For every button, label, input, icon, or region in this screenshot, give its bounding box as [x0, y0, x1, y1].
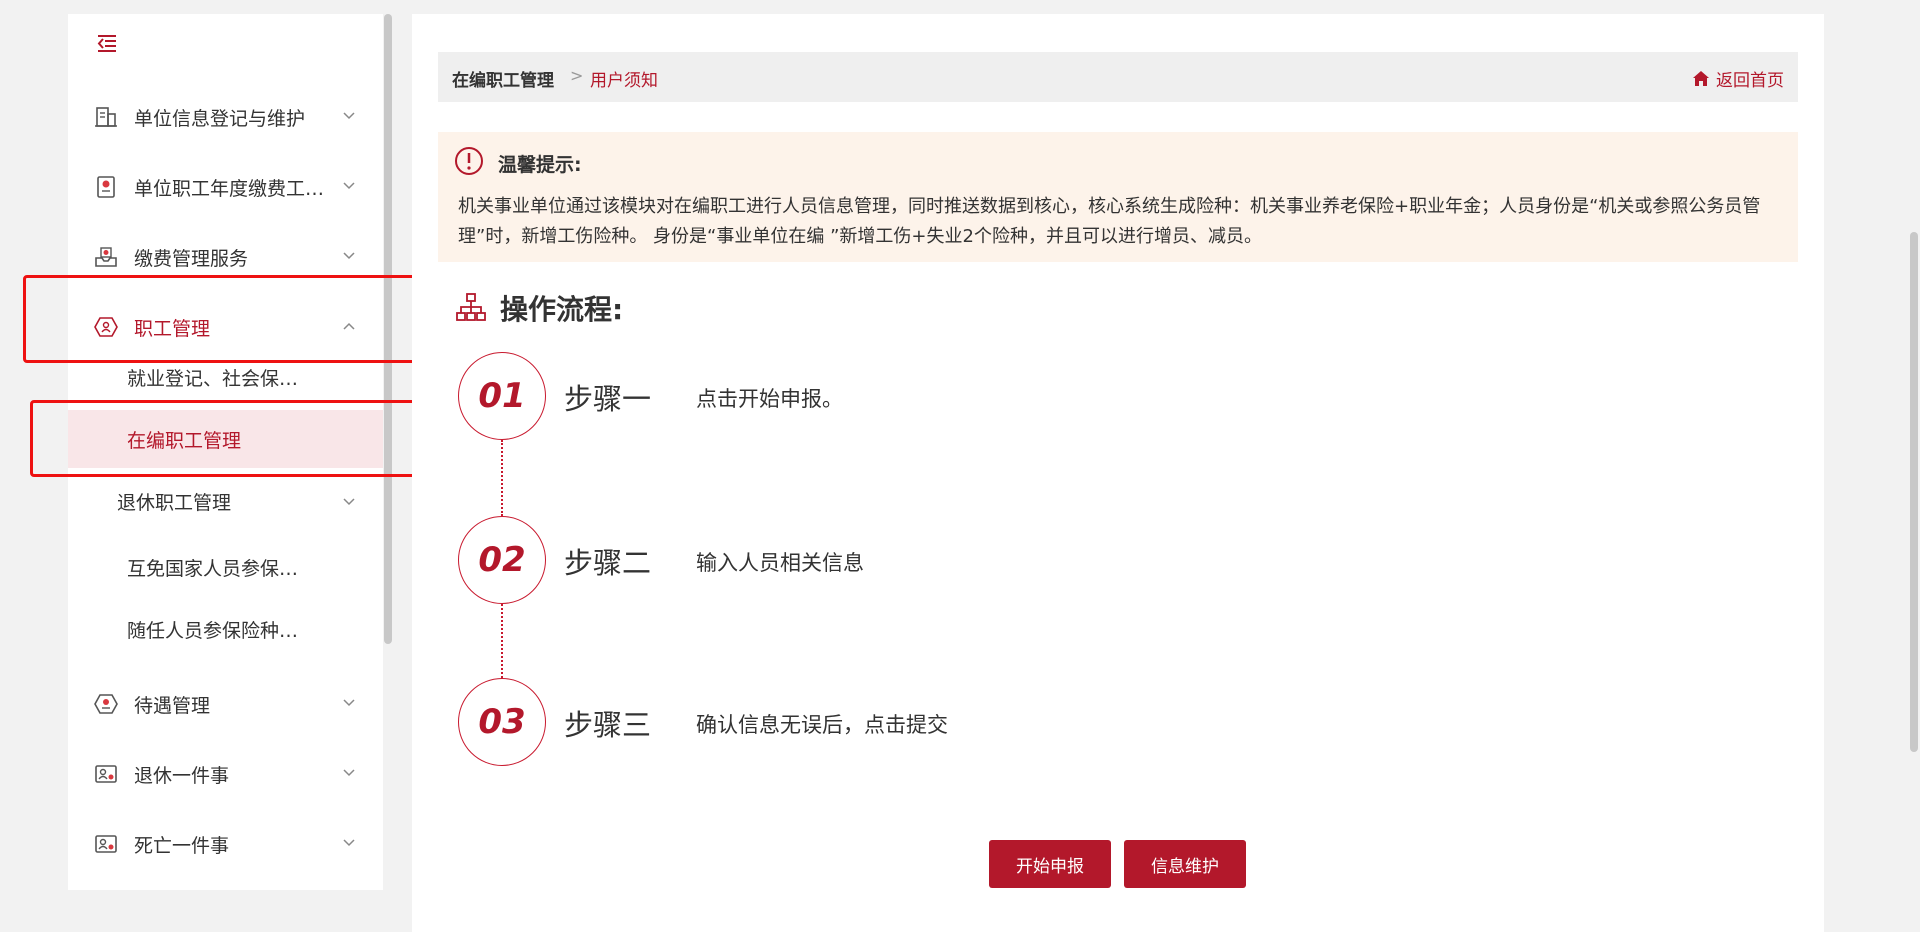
- sidebar-subitem-label: 在编职工管理: [127, 430, 242, 452]
- document-badge-icon: [97, 176, 115, 198]
- sidebar-item-annual-payment[interactable]: 单位职工年度缴费工…: [68, 160, 383, 214]
- chevron-down-icon: [343, 498, 355, 506]
- sidebar-subitem-staff-on-roll[interactable]: 在编职工管理: [68, 410, 383, 468]
- page-scrollbar[interactable]: [1910, 232, 1918, 752]
- step-description: 确认信息无误后，点击提交: [696, 713, 948, 737]
- benefit-hexagon-icon: [94, 694, 118, 714]
- sidebar-item-label: 职工管理: [134, 317, 211, 340]
- breadcrumb-separator: >: [570, 66, 584, 85]
- sidebar-subitem-label: 互免国家人员参保…: [127, 558, 299, 580]
- org-chart-icon: [456, 293, 486, 321]
- sidebar-item-staff-management[interactable]: 职工管理: [68, 300, 383, 354]
- sidebar-subitem-employment-registration[interactable]: 就业登记、社会保…: [68, 348, 383, 406]
- notice-text: 机关事业单位通过该模块对在编职工进行人员信息管理，同时推送数据到核心，核心系统生…: [458, 196, 1761, 247]
- id-card-icon: [95, 765, 117, 783]
- sidebar-item-label: 单位职工年度缴费工…: [134, 177, 325, 200]
- step-number-circle: 02: [458, 516, 546, 604]
- notice-box: 温馨提示: 机关事业单位通过该模块对在编职工进行人员信息管理，同时推送数据到核心…: [438, 132, 1798, 262]
- back-home-label: 返回首页: [1716, 71, 1784, 91]
- step-name: 步骤二: [564, 546, 652, 580]
- step-name: 步骤三: [564, 708, 652, 742]
- payment-tray-icon: [95, 247, 117, 267]
- step-description: 输入人员相关信息: [696, 551, 864, 575]
- breadcrumb: 在编职工管理 > 用户须知 返回首页: [438, 52, 1798, 102]
- sidebar-subitem-label: 随任人员参保险种…: [127, 620, 299, 642]
- warning-circle-icon: [455, 147, 483, 175]
- step-number-circle: 03: [458, 678, 546, 766]
- sidebar: 单位信息登记与维护 单位职工年度缴费工… 缴费管理服务 职工管理 就业登记、社会…: [68, 14, 392, 890]
- building-icon: [95, 107, 117, 127]
- menu-collapse-icon[interactable]: [96, 32, 118, 54]
- sidebar-subitem-accompanying-staff[interactable]: 随任人员参保险种…: [68, 600, 383, 658]
- sidebar-subitem-label: 就业登记、社会保…: [127, 368, 299, 390]
- step-name: 步骤一: [564, 382, 652, 416]
- start-declaration-button[interactable]: 开始申报: [989, 840, 1111, 888]
- sidebar-item-benefit-management[interactable]: 待遇管理: [68, 677, 383, 731]
- chevron-down-icon: [343, 252, 355, 260]
- sidebar-subitem-mutual-exemption[interactable]: 互免国家人员参保…: [68, 538, 383, 596]
- step-number-circle: 01: [458, 352, 546, 440]
- flow-title: 操作流程:: [500, 293, 624, 326]
- sidebar-item-label: 单位信息登记与维护: [134, 107, 306, 130]
- chevron-down-icon: [343, 769, 355, 777]
- step-connector: [501, 604, 503, 678]
- chevron-down-icon: [343, 112, 355, 120]
- breadcrumb-root[interactable]: 在编职工管理: [452, 66, 554, 91]
- sidebar-item-label: 待遇管理: [134, 694, 211, 717]
- sidebar-item-death-matter[interactable]: 死亡一件事: [68, 817, 383, 871]
- back-home-link[interactable]: 返回首页: [1692, 66, 1784, 91]
- step-connector: [501, 440, 503, 516]
- sidebar-item-label: 缴费管理服务: [134, 247, 249, 270]
- staff-hexagon-icon: [94, 317, 118, 337]
- sidebar-subitem-retired-staff[interactable]: 退休职工管理: [68, 472, 383, 530]
- chevron-down-icon: [343, 839, 355, 847]
- info-maintenance-button[interactable]: 信息维护: [1124, 840, 1246, 888]
- notice-title: 温馨提示:: [498, 154, 582, 176]
- sidebar-item-label: 死亡一件事: [134, 834, 230, 857]
- main-content: 在编职工管理 > 用户须知 返回首页 温馨提示: 机关事业单位通过该模块对在编职…: [412, 14, 1824, 932]
- sidebar-subitem-label: 退休职工管理: [117, 492, 232, 514]
- breadcrumb-current: 用户须知: [590, 71, 658, 91]
- sidebar-item-retirement-matter[interactable]: 退休一件事: [68, 747, 383, 801]
- sidebar-item-unit-info[interactable]: 单位信息登记与维护: [68, 90, 383, 144]
- sidebar-scrollbar[interactable]: [384, 14, 392, 644]
- id-card-icon: [95, 835, 117, 853]
- sidebar-item-label: 退休一件事: [134, 764, 230, 787]
- sidebar-item-payment-service[interactable]: 缴费管理服务: [68, 230, 383, 284]
- home-icon: [1693, 70, 1709, 86]
- chevron-down-icon: [343, 182, 355, 190]
- chevron-down-icon: [343, 699, 355, 707]
- chevron-up-icon: [343, 322, 355, 330]
- step-description: 点击开始申报。: [696, 387, 843, 411]
